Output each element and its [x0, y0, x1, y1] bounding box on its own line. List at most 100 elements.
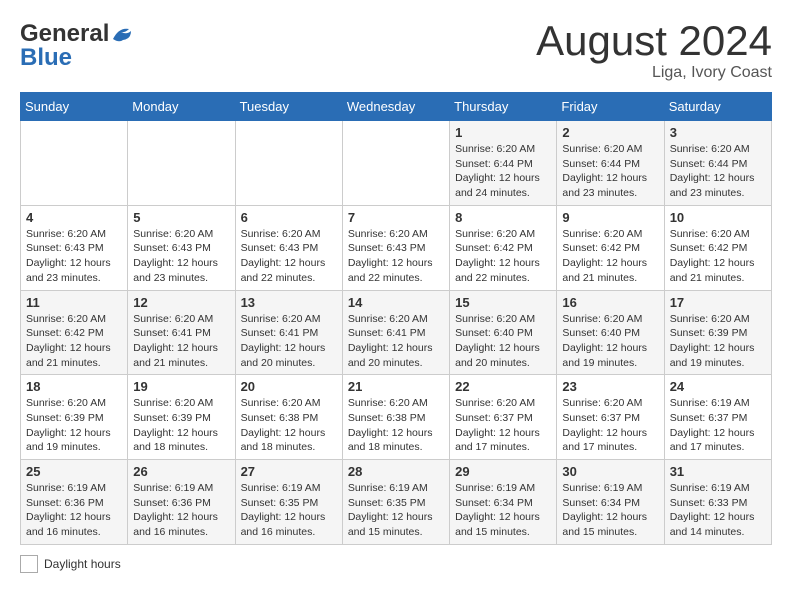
location-title: Liga, Ivory Coast [536, 64, 772, 82]
calendar-cell: 20 Sunrise: 6:20 AMSunset: 6:38 PMDayligh… [235, 375, 342, 460]
day-number: 26 [133, 464, 229, 479]
day-number: 11 [26, 295, 122, 310]
calendar-cell: 15 Sunrise: 6:20 AMSunset: 6:40 PMDayligh… [450, 290, 557, 375]
day-number: 17 [670, 295, 766, 310]
month-title: August 2024 [536, 20, 772, 62]
day-info: Sunrise: 6:20 AMSunset: 6:43 PMDaylight:… [133, 227, 229, 286]
day-number: 9 [562, 210, 658, 225]
day-info: Sunrise: 6:20 AMSunset: 6:41 PMDaylight:… [241, 312, 337, 371]
calendar-week-row: 1Sunrise: 6:20 AMSunset: 6:44 PMDaylight… [21, 121, 772, 206]
calendar-cell: 31 Sunrise: 6:19 AMSunset: 6:33 PMDayligh… [664, 460, 771, 545]
day-info: Sunrise: 6:20 AMSunset: 6:44 PMDaylight:… [455, 142, 551, 201]
day-info: Sunrise: 6:20 AMSunset: 6:39 PMDaylight:… [670, 312, 766, 371]
day-info: Sunrise: 6:19 AMSunset: 6:35 PMDaylight:… [241, 481, 337, 540]
calendar-cell: 7 Sunrise: 6:20 AMSunset: 6:43 PMDaylight… [342, 205, 449, 290]
day-info: Sunrise: 6:20 AMSunset: 6:38 PMDaylight:… [348, 396, 444, 455]
calendar-cell: 28 Sunrise: 6:19 AMSunset: 6:35 PMDayligh… [342, 460, 449, 545]
calendar-header-row: SundayMondayTuesdayWednesdayThursdayFrid… [21, 93, 772, 121]
title-area: August 2024 Liga, Ivory Coast [536, 20, 772, 82]
day-number: 19 [133, 379, 229, 394]
day-info: Sunrise: 6:20 AMSunset: 6:40 PMDaylight:… [562, 312, 658, 371]
day-number: 18 [26, 379, 122, 394]
legend: Daylight hours [20, 555, 772, 573]
day-number: 28 [348, 464, 444, 479]
day-info: Sunrise: 6:20 AMSunset: 6:42 PMDaylight:… [455, 227, 551, 286]
day-number: 21 [348, 379, 444, 394]
day-info: Sunrise: 6:20 AMSunset: 6:39 PMDaylight:… [26, 396, 122, 455]
calendar-cell: 9 Sunrise: 6:20 AMSunset: 6:42 PMDaylight… [557, 205, 664, 290]
day-info: Sunrise: 6:19 AMSunset: 6:35 PMDaylight:… [348, 481, 444, 540]
day-info: Sunrise: 6:19 AMSunset: 6:34 PMDaylight:… [455, 481, 551, 540]
day-info: Sunrise: 6:20 AMSunset: 6:43 PMDaylight:… [241, 227, 337, 286]
weekday-header-thursday: Thursday [450, 93, 557, 121]
legend-daylight-label: Daylight hours [44, 557, 121, 571]
day-number: 24 [670, 379, 766, 394]
calendar-week-row: 4 Sunrise: 6:20 AMSunset: 6:43 PMDaylight… [21, 205, 772, 290]
day-number: 31 [670, 464, 766, 479]
day-info: Sunrise: 6:20 AMSunset: 6:43 PMDaylight:… [348, 227, 444, 286]
calendar-week-row: 25 Sunrise: 6:19 AMSunset: 6:36 PMDayligh… [21, 460, 772, 545]
calendar-week-row: 11Sunrise: 6:20 AMSunset: 6:42 PMDayligh… [21, 290, 772, 375]
day-number: 20 [241, 379, 337, 394]
calendar-cell: 5 Sunrise: 6:20 AMSunset: 6:43 PMDaylight… [128, 205, 235, 290]
day-number: 14 [348, 295, 444, 310]
day-info: Sunrise: 6:19 AMSunset: 6:34 PMDaylight:… [562, 481, 658, 540]
calendar-cell: 4 Sunrise: 6:20 AMSunset: 6:43 PMDaylight… [21, 205, 128, 290]
day-number: 22 [455, 379, 551, 394]
logo: General Blue [20, 20, 133, 72]
calendar-cell: 29Sunrise: 6:19 AMSunset: 6:34 PMDayligh… [450, 460, 557, 545]
day-number: 3 [670, 125, 766, 140]
day-info: Sunrise: 6:20 AMSunset: 6:41 PMDaylight:… [348, 312, 444, 371]
calendar-cell: 18 Sunrise: 6:20 AMSunset: 6:39 PMDayligh… [21, 375, 128, 460]
day-info: Sunrise: 6:20 AMSunset: 6:40 PMDaylight:… [455, 312, 551, 371]
day-info: Sunrise: 6:20 AMSunset: 6:41 PMDaylight:… [133, 312, 229, 371]
calendar-cell: 17 Sunrise: 6:20 AMSunset: 6:39 PMDayligh… [664, 290, 771, 375]
header: General Blue August 2024 Liga, Ivory Coa… [20, 20, 772, 82]
day-info: Sunrise: 6:20 AMSunset: 6:39 PMDaylight:… [133, 396, 229, 455]
calendar-cell: 27 Sunrise: 6:19 AMSunset: 6:35 PMDayligh… [235, 460, 342, 545]
day-info: Sunrise: 6:20 AMSunset: 6:42 PMDaylight:… [670, 227, 766, 286]
day-number: 8 [455, 210, 551, 225]
day-info: Sunrise: 6:20 AMSunset: 6:42 PMDaylight:… [562, 227, 658, 286]
calendar-week-row: 18 Sunrise: 6:20 AMSunset: 6:39 PMDayligh… [21, 375, 772, 460]
calendar-cell: 13 Sunrise: 6:20 AMSunset: 6:41 PMDayligh… [235, 290, 342, 375]
calendar-cell: 21 Sunrise: 6:20 AMSunset: 6:38 PMDayligh… [342, 375, 449, 460]
calendar-cell: 16 Sunrise: 6:20 AMSunset: 6:40 PMDayligh… [557, 290, 664, 375]
calendar-cell: 19 Sunrise: 6:20 AMSunset: 6:39 PMDayligh… [128, 375, 235, 460]
day-number: 5 [133, 210, 229, 225]
day-info: Sunrise: 6:20 AMSunset: 6:43 PMDaylight:… [26, 227, 122, 286]
day-number: 2 [562, 125, 658, 140]
weekday-header-tuesday: Tuesday [235, 93, 342, 121]
calendar-cell: 26 Sunrise: 6:19 AMSunset: 6:36 PMDayligh… [128, 460, 235, 545]
calendar-cell: 1Sunrise: 6:20 AMSunset: 6:44 PMDaylight… [450, 121, 557, 206]
day-number: 7 [348, 210, 444, 225]
calendar-cell: 11Sunrise: 6:20 AMSunset: 6:42 PMDayligh… [21, 290, 128, 375]
day-number: 23 [562, 379, 658, 394]
day-number: 15 [455, 295, 551, 310]
legend-daylight-box [20, 555, 38, 573]
weekday-header-monday: Monday [128, 93, 235, 121]
day-number: 12 [133, 295, 229, 310]
day-info: Sunrise: 6:19 AMSunset: 6:33 PMDaylight:… [670, 481, 766, 540]
day-number: 4 [26, 210, 122, 225]
day-info: Sunrise: 6:19 AMSunset: 6:37 PMDaylight:… [670, 396, 766, 455]
day-number: 25 [26, 464, 122, 479]
day-info: Sunrise: 6:20 AMSunset: 6:44 PMDaylight:… [562, 142, 658, 201]
weekday-header-wednesday: Wednesday [342, 93, 449, 121]
day-info: Sunrise: 6:19 AMSunset: 6:36 PMDaylight:… [133, 481, 229, 540]
day-number: 27 [241, 464, 337, 479]
day-info: Sunrise: 6:20 AMSunset: 6:38 PMDaylight:… [241, 396, 337, 455]
weekday-header-sunday: Sunday [21, 93, 128, 121]
calendar-cell: 6Sunrise: 6:20 AMSunset: 6:43 PMDaylight… [235, 205, 342, 290]
logo-bird-icon [111, 25, 133, 43]
weekday-header-saturday: Saturday [664, 93, 771, 121]
day-info: Sunrise: 6:19 AMSunset: 6:36 PMDaylight:… [26, 481, 122, 540]
weekday-header-friday: Friday [557, 93, 664, 121]
day-info: Sunrise: 6:20 AMSunset: 6:37 PMDaylight:… [562, 396, 658, 455]
calendar-cell: 8 Sunrise: 6:20 AMSunset: 6:42 PMDaylight… [450, 205, 557, 290]
day-number: 16 [562, 295, 658, 310]
calendar-cell: 14 Sunrise: 6:20 AMSunset: 6:41 PMDayligh… [342, 290, 449, 375]
calendar-cell: 30Sunrise: 6:19 AMSunset: 6:34 PMDayligh… [557, 460, 664, 545]
day-number: 13 [241, 295, 337, 310]
calendar-cell: 25 Sunrise: 6:19 AMSunset: 6:36 PMDayligh… [21, 460, 128, 545]
